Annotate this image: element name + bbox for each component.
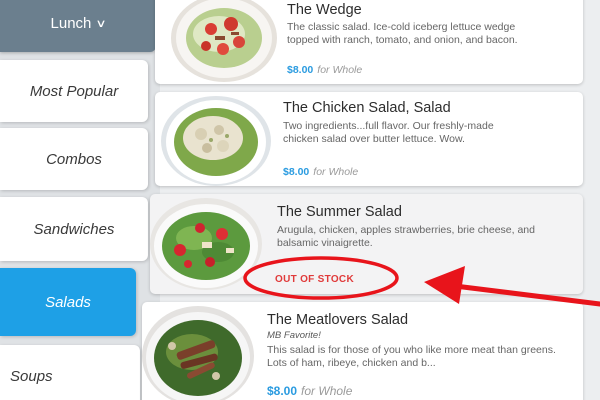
item-price: $8.00 for Whole [283, 166, 358, 178]
salad-thumbnail [142, 306, 254, 400]
item-price: $8.00 for Whole [287, 64, 362, 76]
item-title: The Summer Salad [277, 204, 402, 220]
category-label: Soups [10, 367, 53, 385]
item-description: The classic salad. Ice-cold iceberg lett… [287, 21, 518, 46]
price-amount: $8.00 [287, 64, 314, 76]
item-description: Arugula, chicken, apples strawberries, b… [277, 224, 535, 249]
menu-item-card-out-of-stock[interactable]: The Summer Salad Arugula, chicken, apple… [150, 194, 583, 294]
out-of-stock-badge: OUT OF STOCK [275, 274, 354, 285]
menu-item-list: The Wedge The classic salad. Ice-cold ic… [142, 0, 600, 400]
item-title: The Meatlovers Salad [267, 312, 409, 328]
price-amount: $8.00 [267, 384, 298, 398]
category-label: Combos [46, 150, 102, 168]
item-price: $8.00 for Whole [267, 384, 352, 398]
salad-thumbnail [171, 0, 277, 82]
item-title: The Wedge [287, 2, 362, 18]
price-unit: for Whole [301, 384, 353, 398]
category-most-popular[interactable]: Most Popular [0, 60, 148, 122]
category-sidebar: Lunch ∨ Most Popular Combos Sandwiches S… [0, 0, 160, 400]
item-description: This salad is for those of you who like … [267, 344, 556, 369]
price-unit: for Whole [317, 64, 363, 76]
price-amount: $8.00 [283, 166, 310, 178]
category-combos[interactable]: Combos [0, 128, 148, 190]
category-label: Most Popular [29, 82, 119, 100]
item-title: The Chicken Salad, Salad [283, 100, 451, 116]
menu-dropdown-label: Lunch [50, 14, 92, 32]
chevron-down-icon: ∨ [95, 17, 108, 30]
price-unit: for Whole [313, 166, 359, 178]
item-subtitle: MB Favorite! [267, 330, 321, 341]
salad-thumbnail [161, 96, 271, 186]
menu-item-card[interactable]: The Chicken Salad, Salad Two ingredients… [155, 92, 583, 186]
menu-item-card[interactable]: The Meatlovers Salad MB Favorite! This s… [142, 302, 583, 400]
category-soups[interactable]: Soups [0, 345, 140, 400]
menu-dropdown[interactable]: Lunch ∨ [0, 0, 156, 52]
category-label: Salads [45, 293, 91, 311]
category-salads[interactable]: Salads [0, 268, 136, 336]
salad-thumbnail [150, 198, 262, 290]
item-description: Two ingredients...full flavor. Our fresh… [283, 120, 494, 145]
category-sandwiches[interactable]: Sandwiches [0, 197, 148, 261]
menu-item-card[interactable]: The Wedge The classic salad. Ice-cold ic… [155, 0, 583, 84]
category-label: Sandwiches [33, 220, 115, 238]
